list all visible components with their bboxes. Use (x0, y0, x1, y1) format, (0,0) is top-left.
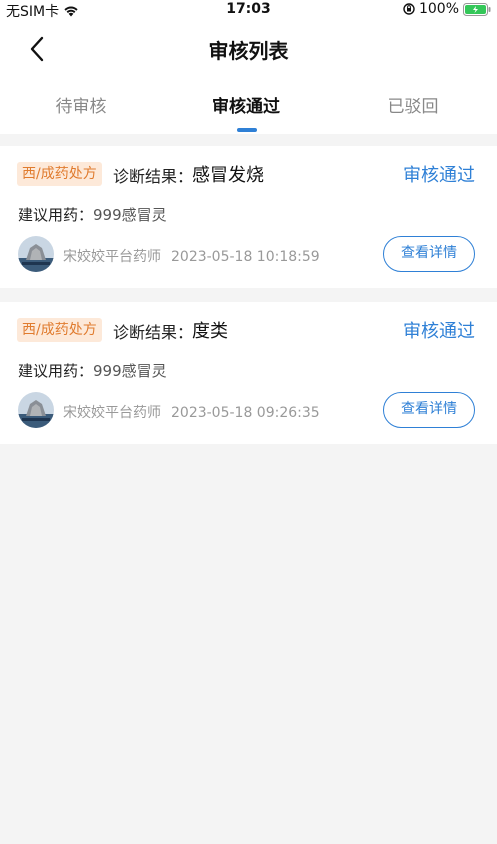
rotation-lock-icon (403, 3, 415, 15)
diagnosis-label: 诊断结果： (113, 167, 194, 186)
drug-label: 建议用药： (18, 206, 94, 224)
suggested-drug: 建议用药：999感冒灵 (18, 204, 167, 225)
tab-bar: 待审核 审核通过 已驳回 (0, 84, 497, 134)
active-tab-indicator (237, 128, 257, 132)
prescription-card: 西/成药处方 诊断结果： 度类 审核通过 建议用药：999感冒灵 宋姣姣平台药师… (0, 302, 497, 444)
drug-label: 建议用药： (18, 362, 94, 380)
status-right: 100% (403, 1, 491, 17)
diagnosis-value: 感冒发烧 (192, 165, 264, 186)
review-time: 2023-05-18 10:18:59 (171, 249, 320, 265)
prescription-card: 西/成药处方 诊断结果： 感冒发烧 审核通过 建议用药：999感冒灵 宋姣姣平台… (0, 146, 497, 288)
battery-percent: 100% (418, 1, 459, 17)
pharmacist-name: 宋姣姣平台药师 (63, 249, 161, 265)
view-details-button[interactable]: 查看详情 (383, 236, 475, 272)
reviewer-meta: 宋姣姣平台药师 2023-05-18 10:18:59 (63, 246, 320, 266)
diagnosis-label: 诊断结果： (113, 323, 194, 342)
diagnosis-value: 度类 (192, 321, 228, 342)
review-status: 审核通过 (403, 321, 475, 342)
reviewer-meta: 宋姣姣平台药师 2023-05-18 09:26:35 (63, 402, 320, 422)
suggested-drug: 建议用药：999感冒灵 (18, 360, 167, 381)
battery-icon (463, 2, 491, 16)
status-bar: 无SIM卡 17:03 100% (0, 0, 497, 20)
tab-rejected[interactable]: 已驳回 (386, 92, 440, 117)
pharmacist-name: 宋姣姣平台药师 (63, 405, 161, 421)
tab-approved[interactable]: 审核通过 (205, 92, 287, 117)
review-status: 审核通过 (403, 165, 475, 186)
tab-pending[interactable]: 待审核 (54, 92, 108, 117)
avatar (18, 236, 54, 272)
prescription-type-badge: 西/成药处方 (17, 318, 102, 342)
avatar (18, 392, 54, 428)
page-title: 审核列表 (208, 39, 289, 63)
view-details-button[interactable]: 查看详情 (383, 392, 475, 428)
drug-value: 999感冒灵 (93, 206, 167, 224)
header: 审核列表 待审核 审核通过 已驳回 (0, 20, 497, 134)
drug-value: 999感冒灵 (93, 362, 167, 380)
review-time: 2023-05-18 09:26:35 (171, 405, 320, 421)
prescription-type-badge: 西/成药处方 (17, 162, 102, 186)
